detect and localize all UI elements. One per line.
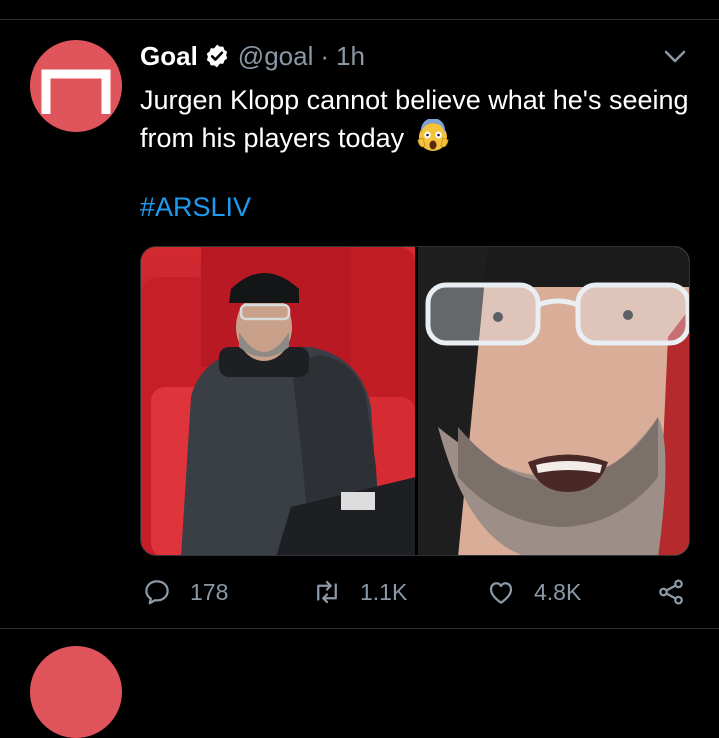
photo-klopp-seated-image <box>141 247 415 555</box>
author-handle[interactable]: @goal <box>238 41 314 72</box>
retweet-icon <box>317 580 337 604</box>
tweet-header: Goal @goal · 1h <box>140 38 365 74</box>
verified-badge-icon <box>206 44 227 68</box>
separator-dot: · <box>320 40 330 71</box>
reply-count: 178 <box>190 578 229 605</box>
face-screaming-in-fear-emoji <box>417 119 449 151</box>
author-name[interactable]: Goal <box>140 41 198 72</box>
goal-logo-icon <box>41 69 111 114</box>
share-button[interactable] <box>656 572 704 612</box>
photo-klopp-closeup[interactable] <box>418 247 689 555</box>
hashtag-link[interactable]: #ARSLIV <box>140 192 251 223</box>
tweet-text: Jurgen Klopp cannot believe what he's se… <box>140 82 700 157</box>
share-icon <box>659 579 683 605</box>
top-divider <box>0 19 719 20</box>
reply-button[interactable]: 178 <box>142 572 228 612</box>
reply-icon <box>145 580 169 605</box>
retweet-count: 1.1K <box>360 578 408 605</box>
like-count: 4.8K <box>534 578 582 605</box>
tweet-time[interactable]: 1h <box>336 41 365 72</box>
tweet-body: Jurgen Klopp cannot believe what he's se… <box>140 85 689 153</box>
photo-klopp-seated[interactable] <box>141 247 415 555</box>
retweet-button[interactable]: 1.1K <box>312 572 407 612</box>
bottom-divider <box>0 628 719 629</box>
goal-avatar[interactable] <box>30 40 122 132</box>
chevron-down-icon[interactable] <box>662 46 688 68</box>
photo-klopp-closeup-image <box>418 247 689 555</box>
tweet-media[interactable] <box>140 246 690 556</box>
next-tweet-avatar[interactable] <box>30 646 122 738</box>
tweet-actions: 178 1.1K 4.8K <box>140 572 700 612</box>
heart-icon <box>489 582 513 604</box>
like-button[interactable]: 4.8K <box>486 572 581 612</box>
